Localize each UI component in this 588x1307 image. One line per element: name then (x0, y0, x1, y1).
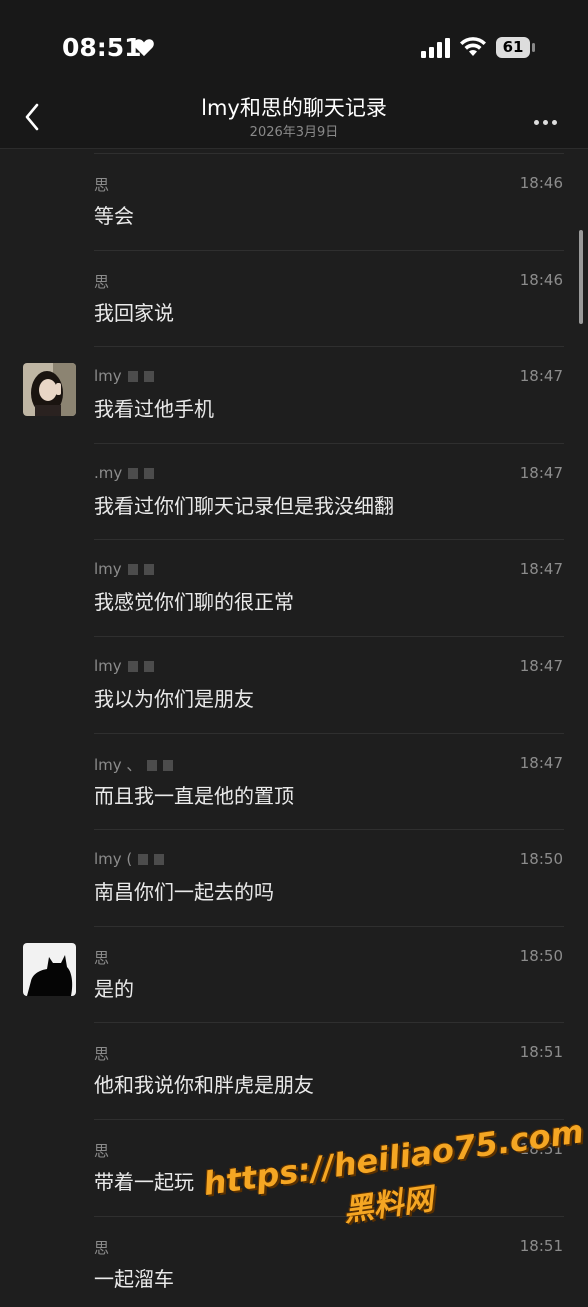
pixelated-name (127, 371, 138, 383)
pixelated-name (143, 564, 154, 576)
message-row[interactable]: 思 18:46 等会 (0, 148, 588, 245)
message-time: 18:51 (519, 1236, 563, 1255)
status-bar: 08:51 61 (0, 0, 588, 88)
message-text: 我以为你们是朋友 (94, 686, 254, 711)
pixelated-name (143, 660, 154, 672)
pixelated-name (147, 759, 158, 771)
message-text: 一起溜车 (94, 1266, 174, 1291)
message-text: 我看过他手机 (94, 397, 214, 422)
pixelated-name (163, 759, 174, 771)
sender-label: lmy (94, 656, 122, 675)
sender-name: 思 (94, 174, 109, 195)
message-row[interactable]: lmy 18:47 我感觉你们聊的很正常 (0, 534, 588, 631)
sender-label: lmy (94, 367, 122, 386)
divider (94, 153, 564, 154)
pixelated-name (144, 467, 155, 479)
message-time: 18:47 (519, 463, 563, 482)
sender-name: lmy (94, 367, 154, 385)
sender-name: lmy (94, 657, 154, 675)
sender-label: 思 (94, 1045, 110, 1064)
message-row[interactable]: 思 18:51 他和我说你和胖虎是朋友 (0, 1017, 588, 1114)
battery-tip (532, 43, 535, 52)
sender-label: 思 (94, 1141, 110, 1160)
pixelated-name (138, 854, 149, 866)
heart-icon (134, 39, 154, 57)
sender-label: .my (94, 463, 123, 482)
divider (94, 1022, 564, 1024)
message-time: 18:47 (519, 560, 563, 579)
divider (94, 249, 564, 251)
sender-name: lmy (94, 560, 154, 578)
divider (94, 635, 564, 637)
message-text: 我看过你们聊天记录但是我没细翻 (94, 493, 394, 518)
message-row[interactable]: .my 18:47 我看过你们聊天记录但是我没细翻 (0, 438, 588, 535)
message-time: 18:47 (519, 656, 563, 675)
message-text: 带着一起玩 (94, 1169, 194, 1194)
message-text: 等会 (94, 204, 134, 228)
nav-bar: lmy和思的聊天记录 2026年3月9日 (0, 88, 588, 149)
message-time: 18:51 (519, 1043, 563, 1062)
message-time: 18:46 (519, 270, 563, 289)
avatar[interactable] (23, 363, 76, 417)
divider (94, 442, 564, 444)
page-subtitle: 2026年3月9日 (249, 125, 339, 140)
battery-icon: 61 (496, 37, 530, 58)
pixelated-name (128, 467, 139, 479)
divider (94, 732, 564, 734)
sender-name: lmy ( (94, 850, 165, 869)
divider (94, 539, 564, 541)
page-title: lmy和思的聊天记录 (201, 96, 387, 120)
wifi-icon (460, 37, 486, 56)
sender-label: 思 (94, 176, 110, 194)
avatar[interactable] (23, 942, 76, 996)
message-row[interactable]: lmy ( 18:50 南昌你们一起去的吗 (0, 824, 588, 921)
sender-name: 思 (94, 1140, 109, 1161)
divider (94, 925, 564, 927)
message-text: 南昌你们一起去的吗 (94, 880, 274, 905)
message-time: 18:47 (519, 753, 563, 772)
message-time: 18:47 (519, 367, 563, 386)
sender-label: lmy 、 (94, 755, 142, 774)
scrollbar[interactable] (579, 230, 583, 324)
divider (94, 346, 564, 348)
pixelated-name (154, 854, 165, 866)
sender-name: lmy 、 (94, 754, 174, 775)
more-icon[interactable] (534, 110, 564, 125)
divider (94, 829, 564, 831)
sender-label: 思 (94, 1238, 110, 1257)
sender-name: 思 (94, 1237, 109, 1258)
message-row[interactable]: lmy 18:47 我以为你们是朋友 (0, 631, 588, 728)
message-time: 18:46 (519, 174, 563, 192)
message-row[interactable]: 思 18:46 我回家说 (0, 245, 588, 342)
pixelated-name (143, 371, 154, 383)
message-text: 我感觉你们聊的很正常 (94, 590, 294, 615)
message-row[interactable]: lmy 、 18:47 而且我一直是他的置顶 (0, 728, 588, 825)
status-time: 08:51 (62, 33, 142, 62)
sender-name: 思 (94, 1043, 109, 1064)
pixelated-name (127, 660, 138, 672)
sender-name: .my (94, 463, 155, 482)
sender-label: 思 (94, 272, 110, 291)
message-row[interactable]: lmy 18:47 我看过他手机 (0, 341, 588, 438)
message-text: 而且我一直是他的置顶 (94, 783, 294, 808)
sender-name: 思 (94, 947, 109, 968)
pixelated-name (127, 564, 138, 576)
divider (94, 1118, 564, 1120)
message-text: 我回家说 (94, 300, 174, 325)
signal-icon (421, 38, 450, 58)
sender-label: 思 (94, 948, 110, 967)
message-time: 18:50 (519, 946, 563, 965)
message-row[interactable]: 思 18:50 是的 (0, 921, 588, 1018)
message-text: 是的 (94, 976, 134, 1001)
message-text: 他和我说你和胖虎是朋友 (94, 1073, 314, 1098)
sender-name: 思 (94, 271, 109, 292)
sender-label: lmy ( (94, 850, 133, 869)
sender-label: lmy (94, 560, 122, 579)
message-time: 18:50 (519, 850, 563, 869)
